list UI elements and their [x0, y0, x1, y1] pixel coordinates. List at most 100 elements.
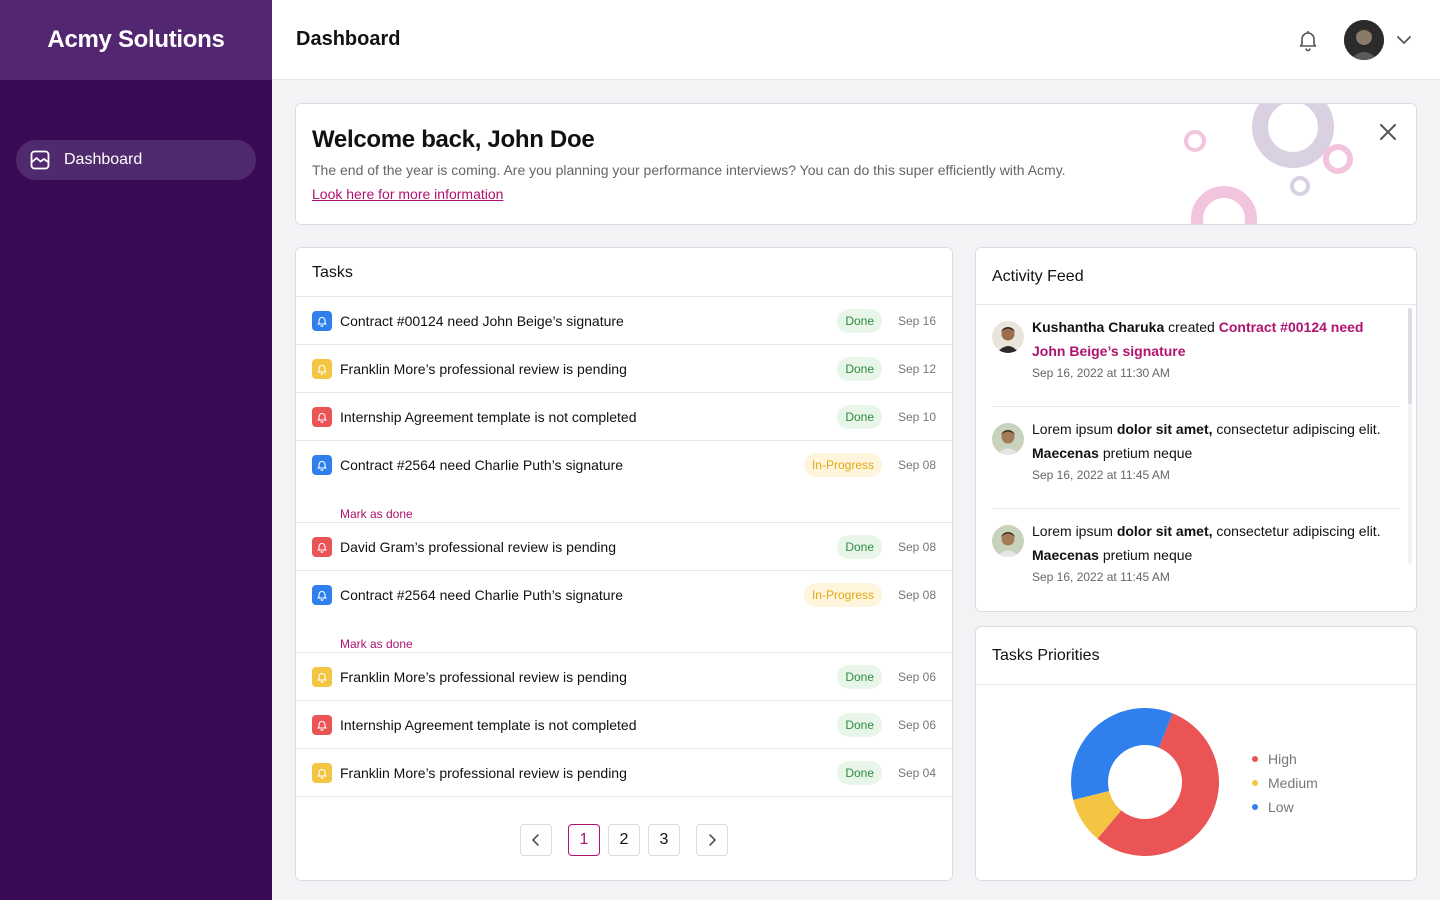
bell-icon	[312, 359, 332, 379]
status-badge: Done	[837, 357, 882, 381]
task-date: Sep 06	[897, 718, 936, 732]
sidebar-item-label: Dashboard	[64, 151, 143, 168]
task-text[interactable]: David Gram’s professional review is pend…	[340, 539, 616, 555]
decor-circle	[1323, 144, 1353, 174]
chart-legend: High Medium Low	[1252, 747, 1318, 819]
decor-circle	[1252, 104, 1334, 168]
priorities-donut-chart	[1071, 708, 1219, 856]
status-badge: Done	[837, 405, 882, 429]
avatar	[992, 423, 1024, 455]
task-row[interactable]: Internship Agreement template is not com…	[296, 393, 952, 441]
decor-circle	[1290, 176, 1310, 196]
avatar	[992, 525, 1024, 557]
prev-page-button[interactable]	[520, 824, 552, 856]
bell-icon	[312, 407, 332, 427]
scrollbar-thumb[interactable]	[1408, 308, 1412, 404]
task-date: Sep 06	[897, 670, 936, 684]
close-icon[interactable]	[1378, 122, 1398, 142]
priorities-title: Tasks Priorities	[992, 647, 1100, 664]
bell-icon	[312, 715, 332, 735]
decor-circle	[1191, 186, 1257, 224]
task-row[interactable]: Contract #2564 need Charlie Puth’s signa…	[296, 571, 952, 653]
legend-dot	[1252, 780, 1258, 786]
legend-dot	[1252, 756, 1258, 762]
task-list: Contract #00124 need John Beige’s signat…	[296, 297, 952, 797]
task-text[interactable]: Internship Agreement template is not com…	[340, 409, 637, 425]
task-date: Sep 08	[897, 540, 936, 554]
next-page-button[interactable]	[696, 824, 728, 856]
legend-item-low: Low	[1252, 795, 1318, 819]
tasks-title: Tasks	[312, 264, 353, 281]
task-row[interactable]: Internship Agreement template is not com…	[296, 701, 952, 749]
sidebar-item-dashboard[interactable]: Dashboard	[16, 140, 256, 180]
legend-item-high: High	[1252, 747, 1318, 771]
status-badge: Done	[837, 761, 882, 785]
decor-circle	[1184, 130, 1206, 152]
sidebar: Acmy Solutions Dashboard	[0, 0, 272, 900]
legend-dot	[1252, 804, 1258, 810]
task-date: Sep 08	[897, 588, 936, 602]
mark-as-done-link[interactable]: Mark as done	[340, 637, 413, 651]
brand-logo[interactable]: Acmy Solutions	[0, 0, 272, 80]
page-1-button[interactable]: 1	[568, 824, 600, 856]
task-date: Sep 04	[897, 766, 936, 780]
task-date: Sep 16	[897, 314, 936, 328]
task-date: Sep 10	[897, 410, 936, 424]
chevron-left-icon	[532, 834, 539, 846]
feed-verb: created	[1164, 319, 1219, 335]
task-text[interactable]: Contract #2564 need Charlie Puth’s signa…	[340, 457, 623, 473]
task-text[interactable]: Internship Agreement template is not com…	[340, 717, 637, 733]
task-text[interactable]: Contract #2564 need Charlie Puth’s signa…	[340, 587, 623, 603]
top-bar: Dashboard	[272, 0, 1440, 80]
bell-icon	[312, 537, 332, 557]
feed-timestamp: Sep 16, 2022 at 11:45 AM	[1032, 570, 1170, 584]
activity-feed-card: Activity Feed Kushantha Charuka created …	[975, 247, 1417, 612]
bell-icon	[312, 667, 332, 687]
page-3-button[interactable]: 3	[648, 824, 680, 856]
task-date: Sep 12	[897, 362, 936, 376]
legend-label: Low	[1268, 799, 1294, 815]
task-text[interactable]: Franklin More’s professional review is p…	[340, 361, 627, 377]
tasks-card: Tasks Contract #00124 need John Beige’s …	[295, 247, 953, 881]
feed-timestamp: Sep 16, 2022 at 11:45 AM	[1032, 468, 1170, 482]
more-info-link[interactable]: Look here for more information	[312, 186, 503, 202]
bell-icon	[312, 311, 332, 331]
bell-icon	[312, 455, 332, 475]
welcome-message: The end of the year is coming. Are you p…	[312, 162, 1066, 178]
page-2-button[interactable]: 2	[608, 824, 640, 856]
task-date: Sep 08	[897, 458, 936, 472]
task-row[interactable]: David Gram’s professional review is pend…	[296, 523, 952, 571]
status-badge: Done	[837, 309, 882, 333]
welcome-title: Welcome back, John Doe	[312, 126, 595, 153]
legend-label: Medium	[1268, 775, 1318, 791]
status-badge: Done	[837, 535, 882, 559]
bell-icon	[312, 763, 332, 783]
task-row[interactable]: Franklin More’s professional review is p…	[296, 345, 952, 393]
pagination: 1 2 3	[296, 824, 952, 856]
feed-actor[interactable]: Kushantha Charuka	[1032, 319, 1164, 335]
welcome-banner: Welcome back, John Doe The end of the ye…	[295, 103, 1417, 225]
task-text[interactable]: Franklin More’s professional review is p…	[340, 765, 627, 781]
bell-icon[interactable]	[1296, 28, 1320, 52]
task-row[interactable]: Contract #00124 need John Beige’s signat…	[296, 297, 952, 345]
activity-title: Activity Feed	[992, 268, 1084, 285]
status-badge: In-Progress	[803, 453, 882, 477]
legend-label: High	[1268, 751, 1297, 767]
bell-icon	[312, 585, 332, 605]
page-title: Dashboard	[296, 28, 401, 50]
donut-slice-low[interactable]	[1071, 708, 1173, 800]
mark-as-done-link[interactable]: Mark as done	[340, 507, 413, 521]
chevron-down-icon[interactable]	[1394, 30, 1414, 50]
task-row[interactable]: Contract #2564 need Charlie Puth’s signa…	[296, 441, 952, 523]
legend-item-medium: Medium	[1252, 771, 1318, 795]
task-row[interactable]: Franklin More’s professional review is p…	[296, 653, 952, 701]
status-badge: Done	[837, 713, 882, 737]
status-badge: In-Progress	[803, 583, 882, 607]
feed-timestamp: Sep 16, 2022 at 11:30 AM	[1032, 366, 1170, 380]
task-text[interactable]: Franklin More’s professional review is p…	[340, 669, 627, 685]
avatar	[992, 321, 1024, 353]
avatar[interactable]	[1344, 20, 1384, 60]
task-text[interactable]: Contract #00124 need John Beige’s signat…	[340, 313, 624, 329]
task-row[interactable]: Franklin More’s professional review is p…	[296, 749, 952, 797]
status-badge: Done	[837, 665, 882, 689]
